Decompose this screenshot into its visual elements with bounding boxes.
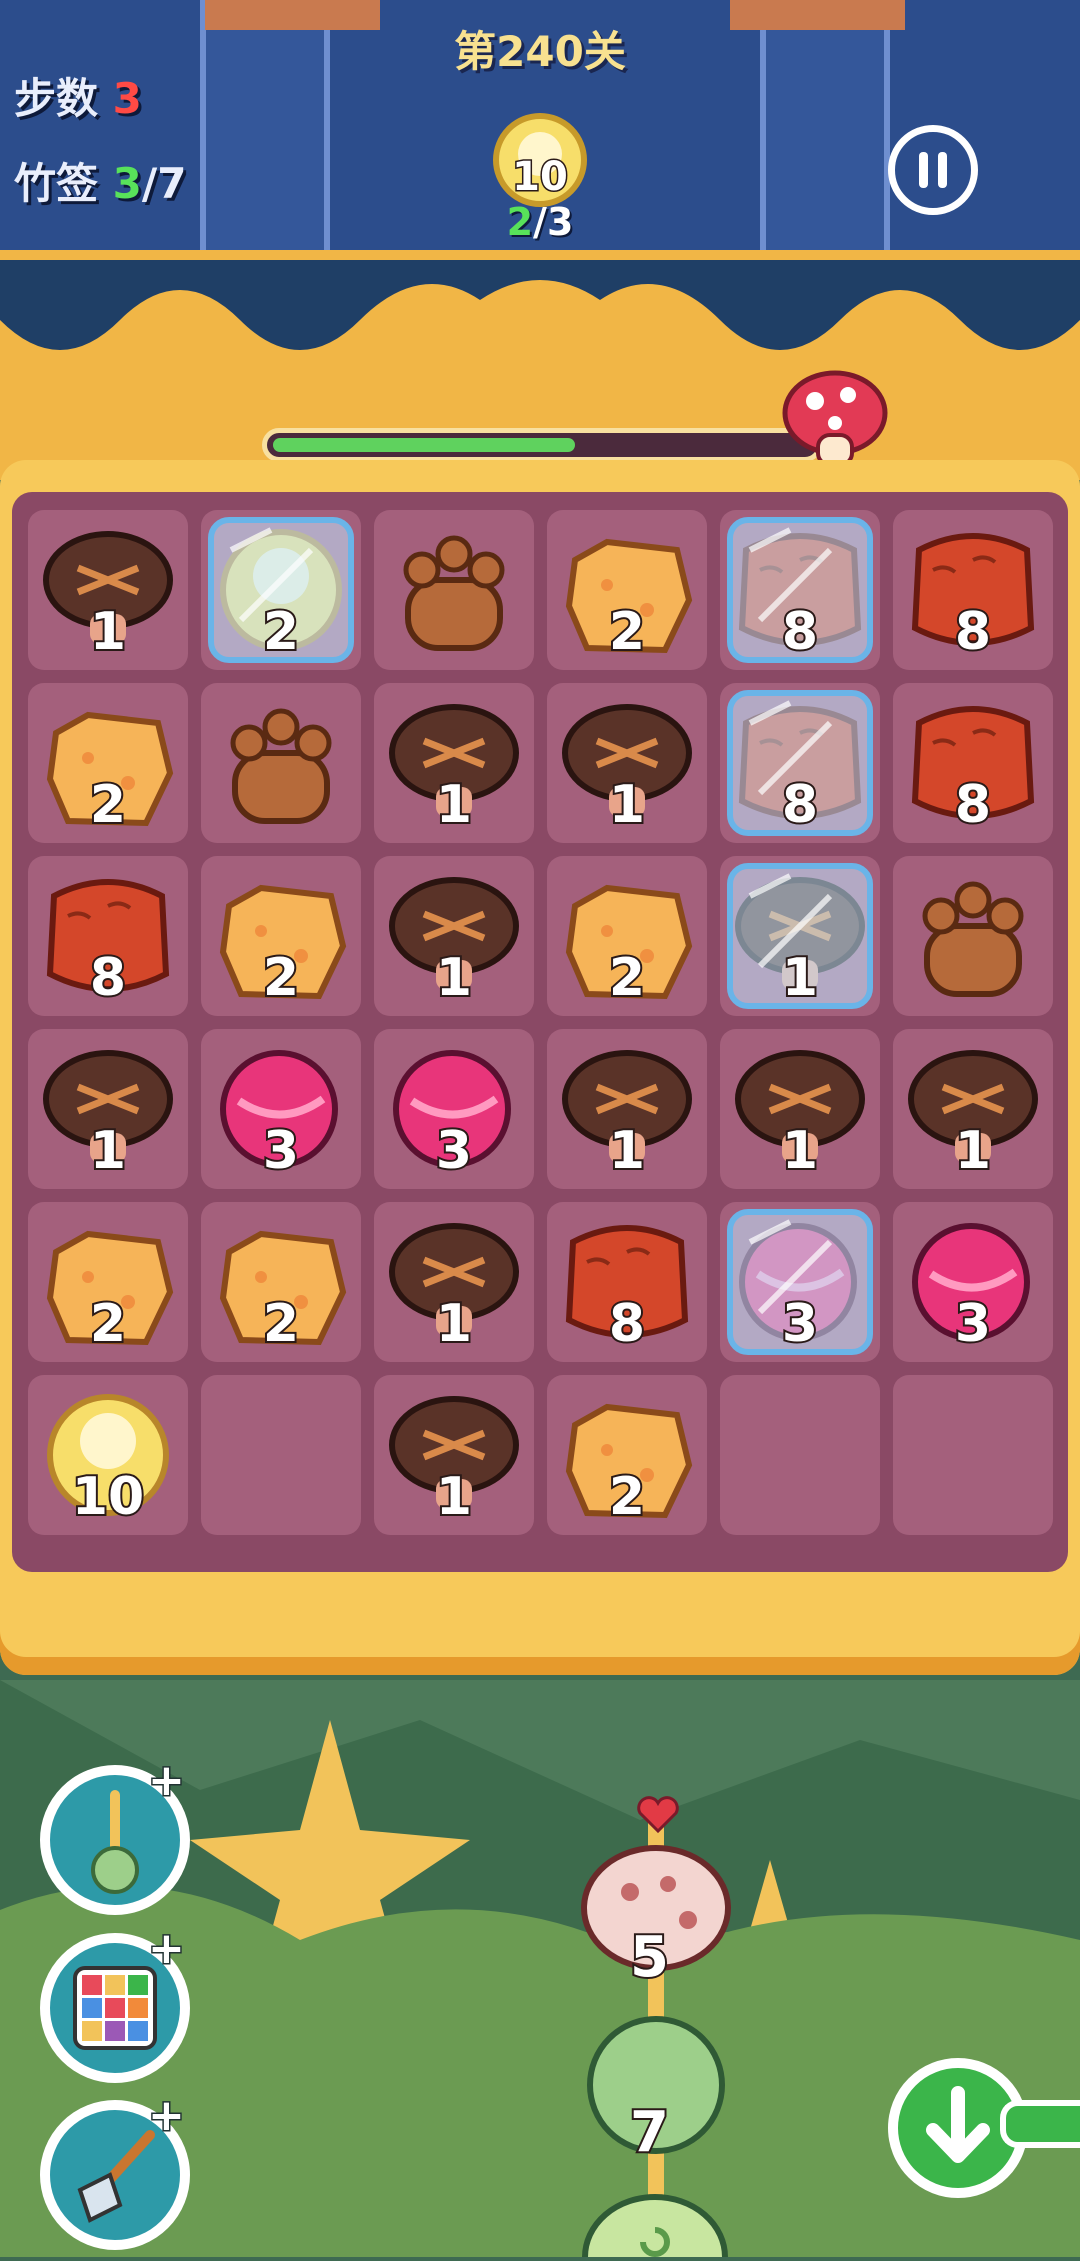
piece-count: 2: [261, 600, 301, 664]
board-cell[interactable]: 8: [720, 683, 880, 843]
piece-count: 1: [88, 1119, 128, 1183]
piece-count: 1: [434, 773, 474, 837]
board-cell[interactable]: 1: [28, 510, 188, 670]
skewers-separator: /: [141, 159, 158, 208]
board-cell[interactable]: 2: [547, 510, 707, 670]
piece-count: 2: [261, 946, 301, 1010]
board-cell[interactable]: 2: [28, 683, 188, 843]
board-cell[interactable]: 1: [547, 683, 707, 843]
board-cell[interactable]: [201, 683, 361, 843]
steps-value: 3: [112, 74, 142, 123]
skewer-middle-value: 7: [628, 2098, 671, 2167]
piece-count: 1: [607, 1119, 647, 1183]
board-cell[interactable]: 3: [893, 1202, 1053, 1362]
skewers-counter: 竹签 3/7: [14, 150, 186, 211]
board-cell[interactable]: 1: [374, 1202, 534, 1362]
swirl-cake-skewer-icon: [582, 2194, 728, 2257]
empty-cell: [201, 1375, 361, 1535]
piece-count: 1: [607, 773, 647, 837]
cube-tool-add[interactable]: +: [147, 1922, 187, 1976]
piece-count: 3: [261, 1119, 301, 1183]
skewers-current: 3: [112, 159, 142, 208]
board-cell[interactable]: 3: [720, 1202, 880, 1362]
goal-target: 10: [490, 112, 590, 212]
piece-count: 3: [434, 1119, 474, 1183]
goal-progress-separator: /: [533, 200, 547, 244]
board-cell[interactable]: 2: [201, 510, 361, 670]
board-cell[interactable]: 1: [547, 1029, 707, 1189]
game-board: 1 2 2 8 8 2 1 1 8 8 8 2 1 2 1 1 3 3 1 1 1 2 2 1 8 3 3 10 1 2: [12, 492, 1068, 1572]
board-cell[interactable]: 2: [201, 856, 361, 1016]
board-cell[interactable]: 2: [547, 856, 707, 1016]
steps-counter: 步数 3: [14, 65, 142, 126]
piece-count: 8: [780, 600, 820, 664]
goal-progress: 2/3: [470, 200, 610, 244]
piece-count: 8: [88, 946, 128, 1010]
pause-button[interactable]: [888, 125, 978, 215]
piece-count: 1: [434, 1292, 474, 1356]
board-cell[interactable]: 2: [547, 1375, 707, 1535]
goal-value: 10: [511, 153, 570, 202]
piece-count: 1: [434, 946, 474, 1010]
piece-count: 2: [607, 946, 647, 1010]
board-cell[interactable]: 1: [720, 856, 880, 1016]
board-cell[interactable]: 10: [28, 1375, 188, 1535]
drop-button-rail: [1000, 2100, 1080, 2148]
level-title: 第240关: [454, 27, 626, 76]
piece-count: 2: [88, 1292, 128, 1356]
board-cell[interactable]: 1: [374, 1375, 534, 1535]
board-cell[interactable]: 3: [374, 1029, 534, 1189]
shovel-tool-add[interactable]: +: [147, 2089, 187, 2143]
board-cell[interactable]: [893, 856, 1053, 1016]
paw-icon: [403, 535, 505, 651]
skewer-top-value: 5: [628, 1923, 671, 1992]
heart-icon: [637, 1796, 679, 1834]
board-cell[interactable]: 8: [28, 856, 188, 1016]
paw-icon: [922, 881, 1024, 997]
empty-cell: [720, 1375, 880, 1535]
skewers-label: 竹签: [14, 159, 99, 208]
board-cell[interactable]: 2: [201, 1202, 361, 1362]
piece-count: 1: [88, 600, 128, 664]
piece-count: 1: [780, 946, 820, 1010]
piece-count: 8: [607, 1292, 647, 1356]
board-cell[interactable]: 3: [201, 1029, 361, 1189]
board-cell[interactable]: 1: [374, 683, 534, 843]
board-cell[interactable]: 1: [28, 1029, 188, 1189]
piece-count: 8: [780, 773, 820, 837]
piece-count: 2: [88, 773, 128, 837]
piece-count: 10: [70, 1465, 146, 1529]
piece-count: 8: [953, 600, 993, 664]
board-cell[interactable]: 1: [720, 1029, 880, 1189]
pause-icon: [919, 152, 947, 188]
skewers-total: 7: [157, 159, 187, 208]
paw-icon: [230, 708, 332, 824]
board-cell[interactable]: 8: [893, 683, 1053, 843]
goal-progress-total: 3: [546, 200, 574, 244]
piece-count: 8: [953, 773, 993, 837]
board-cell[interactable]: 1: [893, 1029, 1053, 1189]
piece-count: 1: [780, 1119, 820, 1183]
piece-count: 3: [953, 1292, 993, 1356]
board-cell[interactable]: 2: [28, 1202, 188, 1362]
piece-count: 2: [607, 1465, 647, 1529]
board-cell[interactable]: 8: [893, 510, 1053, 670]
piece-count: 1: [434, 1465, 474, 1529]
board-cell[interactable]: 8: [547, 1202, 707, 1362]
piece-count: 2: [261, 1292, 301, 1356]
piece-count: 3: [780, 1292, 820, 1356]
piece-count: 1: [953, 1119, 993, 1183]
board-cell[interactable]: 1: [374, 856, 534, 1016]
curtain-scallop: [0, 260, 1080, 350]
board-cell[interactable]: 8: [720, 510, 880, 670]
empty-cell: [893, 1375, 1053, 1535]
skewer-tool-add[interactable]: +: [147, 1754, 187, 1808]
board-cell[interactable]: [374, 510, 534, 670]
level-progress-bar: [262, 428, 822, 462]
piece-count: 2: [607, 600, 647, 664]
goal-progress-current: 2: [506, 200, 534, 244]
level-progress-fill: [273, 438, 576, 452]
steps-label: 步数: [14, 74, 99, 123]
mushroom-mascot-icon: [782, 370, 888, 467]
